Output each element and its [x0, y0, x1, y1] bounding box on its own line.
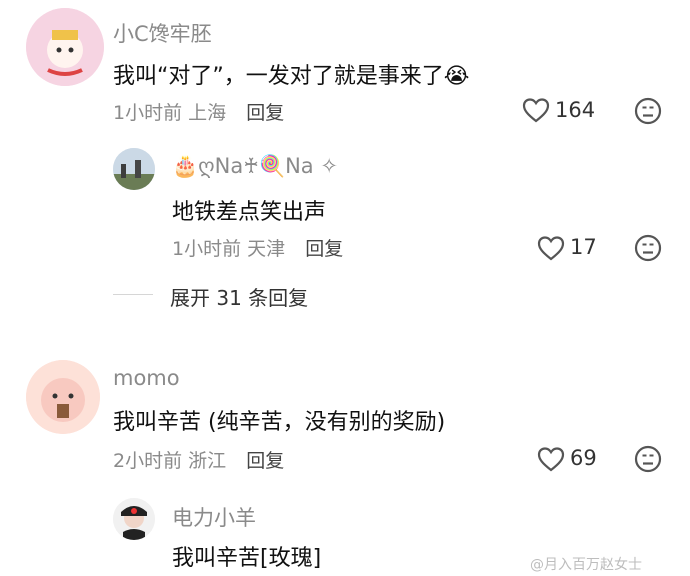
like-button[interactable]: [522, 97, 550, 123]
reply-button[interactable]: 回复: [246, 102, 284, 124]
avatar[interactable]: [113, 498, 155, 540]
dislike-button[interactable]: [634, 234, 662, 262]
comment-author[interactable]: 小C馋牢胚: [113, 18, 212, 48]
like-button[interactable]: [537, 235, 565, 261]
comment-location: 上海: [188, 102, 227, 124]
like-count: 164: [555, 98, 596, 122]
heart-icon: [537, 236, 565, 261]
meh-face-icon: [634, 445, 662, 473]
avatar[interactable]: [26, 8, 104, 86]
comment-time: 2小时前: [113, 450, 183, 472]
comment-author[interactable]: momo: [113, 366, 180, 390]
reply-time: 1小时前: [172, 238, 242, 260]
comment-time: 1小时前: [113, 102, 183, 124]
reply-text: 地铁差点笑出声: [172, 200, 327, 225]
meh-face-icon: [634, 97, 662, 125]
comment-text-body: 我叫“对了”，一发对了就是事来了: [113, 64, 444, 89]
comment-meta: 2小时前 浙江 回复: [113, 446, 284, 473]
avatar-illustration: [113, 498, 155, 540]
reply-author[interactable]: 电力小羊: [172, 502, 256, 532]
heart-icon: [522, 98, 550, 123]
avatar-illustration: [26, 360, 100, 434]
expand-replies-button[interactable]: 展开 31 条回复: [170, 282, 308, 311]
reply-button[interactable]: 回复: [305, 238, 343, 260]
reply-meta: 1小时前 天津 回复: [172, 234, 343, 261]
heart-icon: [537, 447, 565, 472]
crying-emoji-icon: 😭: [443, 64, 470, 89]
watermark: @月入百万赵女士: [530, 557, 642, 573]
like-count: 69: [570, 446, 597, 470]
reply-author[interactable]: 🎂ღNa♰🍭Na ✧: [172, 154, 338, 179]
comment-location: 浙江: [188, 450, 227, 472]
meh-face-icon: [634, 234, 662, 262]
avatar-illustration: [26, 8, 104, 86]
comment-text: 我叫辛苦 (纯辛苦，没有别的奖励): [113, 410, 446, 435]
dislike-button[interactable]: [634, 445, 662, 473]
reply-location: 天津: [247, 238, 286, 260]
like-button[interactable]: [537, 446, 565, 472]
avatar-illustration: [113, 148, 155, 190]
reply-button[interactable]: 回复: [246, 450, 284, 472]
avatar[interactable]: [113, 148, 155, 190]
like-count: 17: [570, 235, 597, 259]
reply-text: 我叫辛苦[玫瑰]: [172, 546, 322, 571]
dislike-button[interactable]: [634, 97, 662, 125]
avatar[interactable]: [26, 360, 100, 434]
comment-meta: 1小时前 上海 回复: [113, 98, 284, 125]
comment-text: 我叫“对了”，一发对了就是事来了😭: [113, 58, 470, 90]
expand-divider: [113, 294, 153, 295]
